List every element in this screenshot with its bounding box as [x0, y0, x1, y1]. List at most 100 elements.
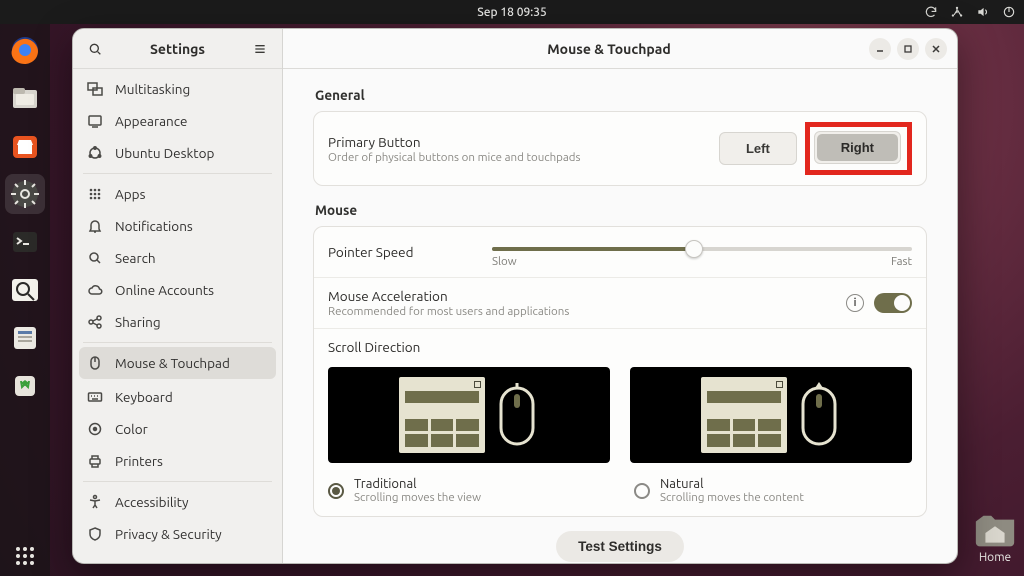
mouse-card: Pointer Speed Slow Fast [313, 226, 927, 517]
dock-trash-icon[interactable] [5, 366, 45, 406]
volume-icon[interactable] [976, 5, 990, 19]
sidebar-item-color[interactable]: Color [73, 413, 282, 445]
scroll-direction-label: Scroll Direction [328, 339, 912, 355]
page-title: Mouse & Touchpad [349, 41, 869, 57]
sidebar-item-notifications[interactable]: Notifications [73, 210, 282, 242]
dock-software-icon[interactable] [5, 126, 45, 166]
mouse-accel-label: Mouse Acceleration [328, 288, 846, 304]
sidebar-item-keyboard[interactable]: Keyboard [73, 381, 282, 413]
cloud-icon [87, 282, 103, 298]
sidebar-menu-button[interactable] [244, 33, 276, 65]
scroll-option-natural[interactable] [630, 367, 912, 463]
pointer-speed-row: Pointer Speed Slow Fast [314, 227, 926, 277]
mouse-accel-sub: Recommended for most users and applicati… [328, 305, 846, 318]
test-settings-button[interactable]: Test Settings [556, 531, 684, 562]
radio-icon [328, 483, 344, 499]
sidebar-item-mouse-touchpad[interactable]: Mouse & Touchpad [79, 347, 276, 379]
sidebar-item-label: Accessibility [115, 494, 189, 510]
search-icon [87, 250, 103, 266]
dock-terminal-icon[interactable] [5, 222, 45, 262]
primary-button-sub: Order of physical buttons on mice and to… [328, 151, 719, 164]
dock-files-icon[interactable] [5, 78, 45, 118]
scroll-traditional-preview [328, 367, 610, 463]
sidebar-item-label: Search [115, 250, 156, 266]
settings-content: Mouse & Touchpad General Primary Button … [283, 29, 957, 563]
primary-button-left[interactable]: Left [722, 135, 794, 162]
sidebar-item-label: Multitasking [115, 81, 190, 97]
radio-label: Traditional [354, 477, 481, 491]
sidebar-item-accessibility[interactable]: Accessibility [73, 486, 282, 518]
sidebar-item-label: Ubuntu Desktop [115, 145, 214, 161]
sidebar-item-printers[interactable]: Printers [73, 445, 282, 477]
dock-firefox-icon[interactable] [5, 30, 45, 70]
accessibility-icon [87, 494, 103, 510]
scroll-option-traditional[interactable] [328, 367, 610, 463]
scroll-natural-preview [630, 367, 912, 463]
sidebar-item-multitasking[interactable]: Multitasking [73, 73, 282, 105]
share-icon [87, 314, 103, 330]
desktop-wallpaper: Sep 18 09:35 [0, 0, 1024, 576]
refresh-icon[interactable] [924, 5, 938, 19]
highlight-annotation: Right [805, 122, 912, 175]
top-bar: Sep 18 09:35 [0, 0, 1024, 24]
pointer-speed-slider[interactable]: Slow Fast [492, 237, 912, 267]
primary-button-right[interactable]: Right [817, 134, 898, 161]
clock[interactable]: Sep 18 09:35 [477, 6, 547, 19]
sidebar-item-sharing[interactable]: Sharing [73, 306, 282, 338]
window-maximize-button[interactable] [897, 38, 919, 60]
sidebar-item-label: Online Accounts [115, 282, 214, 298]
sidebar-title: Settings [111, 41, 244, 57]
settings-window: Settings Multitasking Appearance Ubuntu … [72, 28, 958, 564]
sidebar-item-privacy-security[interactable]: Privacy & Security [73, 518, 282, 550]
section-mouse-title: Mouse [315, 202, 927, 218]
sidebar-item-label: Printers [115, 453, 163, 469]
scroll-direction-options [314, 355, 926, 469]
desktop-home-folder[interactable]: Home [972, 509, 1018, 564]
sidebar-item-ubuntu-desktop[interactable]: Ubuntu Desktop [73, 137, 282, 169]
scroll-radio-natural[interactable]: Natural Scrolling moves the content [620, 469, 926, 516]
apps-icon [87, 186, 103, 202]
sidebar-item-online-accounts[interactable]: Online Accounts [73, 274, 282, 306]
slider-fast-label: Fast [891, 255, 912, 268]
dock-notes-icon[interactable] [5, 318, 45, 358]
scroll-direction-row: Scroll Direction [314, 328, 926, 355]
sidebar-item-label: Keyboard [115, 389, 173, 405]
sidebar-list: Multitasking Appearance Ubuntu Desktop A… [73, 69, 282, 563]
keyboard-icon [87, 389, 103, 405]
sidebar-item-label: Mouse & Touchpad [115, 355, 230, 371]
sidebar-item-appearance[interactable]: Appearance [73, 105, 282, 137]
dock-show-apps-icon[interactable] [5, 536, 45, 576]
bell-icon [87, 218, 103, 234]
dock-magnifier-icon[interactable] [5, 270, 45, 310]
dock-settings-icon[interactable] [5, 174, 45, 214]
dock [0, 24, 50, 576]
radio-label: Natural [660, 477, 804, 491]
power-icon[interactable] [1002, 5, 1016, 19]
home-folder-icon [972, 509, 1018, 549]
window-minimize-button[interactable] [869, 38, 891, 60]
radio-sub: Scrolling moves the content [660, 491, 804, 504]
settings-panel: General Primary Button Order of physical… [283, 69, 957, 563]
sidebar-item-search[interactable]: Search [73, 242, 282, 274]
network-icon[interactable] [950, 5, 964, 19]
content-header: Mouse & Touchpad [283, 29, 957, 69]
section-general-title: General [315, 87, 927, 103]
radio-icon [634, 483, 650, 499]
scroll-radio-traditional[interactable]: Traditional Scrolling moves the view [314, 469, 620, 516]
ubuntu-icon [87, 145, 103, 161]
info-icon[interactable]: i [846, 294, 864, 312]
sidebar-item-apps[interactable]: Apps [73, 178, 282, 210]
mouse-accel-switch[interactable] [874, 293, 912, 313]
window-close-button[interactable] [925, 38, 947, 60]
shield-icon [87, 526, 103, 542]
sidebar-item-label: Sharing [115, 314, 161, 330]
sidebar-header: Settings [73, 29, 282, 69]
system-tray[interactable] [924, 0, 1016, 24]
primary-button-label: Primary Button [328, 134, 719, 150]
appearance-icon [87, 113, 103, 129]
sidebar-item-label: Apps [115, 186, 145, 202]
sidebar-item-label: Appearance [115, 113, 187, 129]
sidebar-search-button[interactable] [79, 33, 111, 65]
printer-icon [87, 453, 103, 469]
sidebar-item-label: Notifications [115, 218, 193, 234]
